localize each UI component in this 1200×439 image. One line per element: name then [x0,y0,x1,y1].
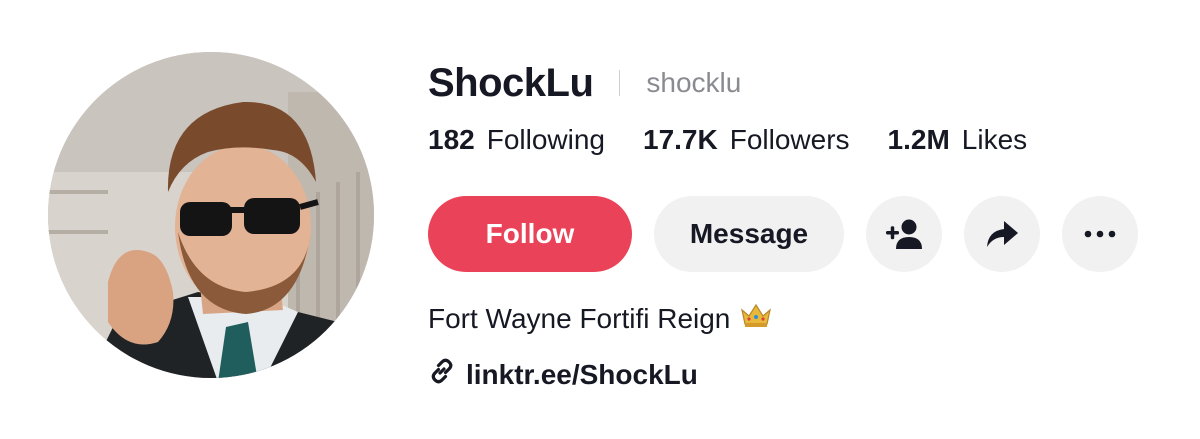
profile-actions: Follow Message [428,196,1168,272]
link-icon [428,357,456,392]
profile-stats: 182 Following 17.7K Followers 1.2M Likes [428,124,1168,164]
add-friend-icon [886,219,922,249]
display-name: ShockLu [428,60,594,105]
stat-likes: 1.2M Likes [888,124,1028,156]
bio-text: Fort Wayne Fortifi Reign [428,302,731,334]
link-text[interactable]: linktr.ee/ShockLu [466,359,698,391]
share-icon [987,221,1018,247]
crown-icon [740,302,772,335]
stat-followers[interactable]: 17.7K Followers [643,124,850,156]
more-button[interactable] [1062,196,1138,272]
stat-label: Likes [961,124,1028,155]
more-icon [1084,230,1116,238]
stat-label: Followers [729,124,850,155]
username-handle: shocklu [646,67,742,98]
header-divider [619,70,621,96]
add-friend-button[interactable] [866,196,942,272]
stat-number: 1.2M [887,124,950,155]
profile-bio: Fort Wayne Fortifi Reign [428,302,1168,335]
stat-following[interactable]: 182 Following [428,124,605,156]
profile-avatar[interactable] [48,52,374,378]
stat-label: Following [486,124,605,155]
stat-number: 17.7K [643,124,718,155]
share-button[interactable] [964,196,1040,272]
profile-link[interactable]: linktr.ee/ShockLu [428,357,1168,392]
stat-number: 182 [428,124,475,155]
message-button[interactable]: Message [654,196,844,272]
profile-header: ShockLu shocklu [428,56,1168,110]
avatar-photo [48,52,374,378]
profile-info: ShockLu shocklu 182 Following 17.7K Foll… [428,56,1168,392]
follow-button[interactable]: Follow [428,196,632,272]
